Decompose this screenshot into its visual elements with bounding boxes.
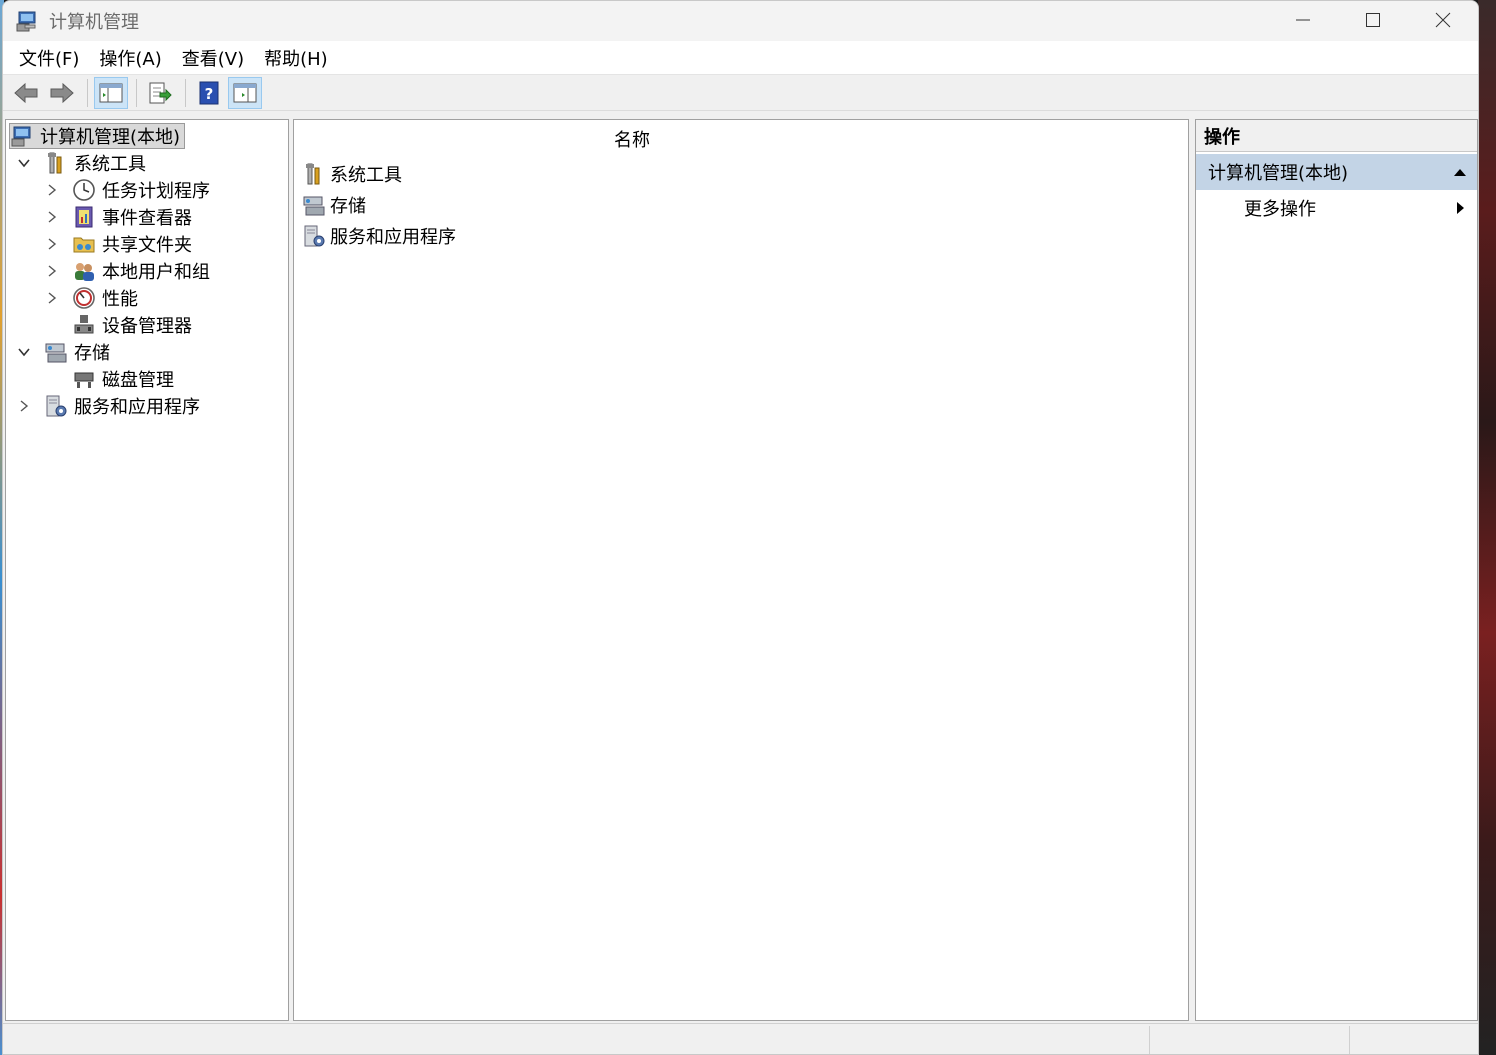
forward-arrow-icon (50, 82, 74, 103)
list-item-label: 系统工具 (330, 165, 402, 186)
back-arrow-icon (14, 82, 38, 103)
more-actions-label: 更多操作 (1244, 199, 1316, 220)
window-title: 计算机管理 (49, 12, 139, 33)
tree-item-label: 设备管理器 (102, 316, 192, 337)
chevron-down-icon[interactable] (16, 155, 32, 171)
chevron-right-icon[interactable] (44, 263, 60, 279)
chevron-right-icon[interactable] (44, 290, 60, 306)
actions-group-computer-management[interactable]: 计算机管理(本地) (1196, 154, 1477, 190)
event-viewer-icon (75, 206, 93, 228)
menu-action[interactable]: 操作(A) (89, 45, 171, 71)
menu-file[interactable]: 文件(F) (9, 45, 89, 71)
computer-management-window: 计算机管理 文件(F) 操作(A) 查看(V) 帮助(H) ? 计算机管理(本地… (2, 0, 1479, 1055)
show-hide-tree-button[interactable] (94, 76, 128, 109)
show-hide-tree-icon (99, 83, 123, 102)
minimize-button[interactable] (1268, 1, 1338, 39)
chevron-down-icon[interactable] (16, 344, 32, 360)
minimize-icon (1296, 19, 1310, 21)
submenu-arrow-icon (1457, 202, 1464, 214)
storage-icon (45, 343, 67, 363)
show-hide-action-pane-icon (233, 83, 257, 102)
shared-folder-icon (73, 237, 95, 253)
tree-item-task-scheduler[interactable]: 任务计划程序 (44, 177, 210, 203)
tree-item-label: 系统工具 (74, 154, 146, 175)
actions-group-label: 计算机管理(本地) (1208, 163, 1349, 184)
system-tools-icon (48, 152, 62, 174)
actions-header: 操作 (1196, 120, 1477, 152)
close-icon (1435, 12, 1451, 28)
show-hide-action-pane-button[interactable] (228, 76, 262, 109)
tree-item-label: 任务计划程序 (102, 181, 210, 202)
performance-gauge-icon (73, 287, 95, 309)
back-button[interactable] (9, 77, 43, 109)
tree-item-label: 本地用户和组 (102, 262, 210, 283)
computer-management-icon (16, 11, 36, 32)
actions-pane: 操作 计算机管理(本地) 更多操作 (1195, 119, 1478, 1021)
help-button[interactable]: ? (192, 77, 226, 109)
list-item[interactable]: 服务和应用程序 (302, 222, 456, 250)
list-item-label: 存储 (330, 196, 366, 217)
export-list-button[interactable] (143, 77, 177, 109)
chevron-right-icon[interactable] (44, 236, 60, 252)
toolbar: ? (3, 75, 1478, 111)
tree-item-label: 性能 (102, 289, 138, 310)
help-icon: ? (199, 81, 219, 104)
storage-icon (303, 196, 325, 216)
tree-item-storage[interactable]: 存储 (16, 339, 110, 365)
tree-item-root[interactable]: 计算机管理(本地) (9, 123, 186, 149)
tree-item-shared-folders[interactable]: 共享文件夹 (44, 231, 192, 257)
menu-bar: 文件(F) 操作(A) 查看(V) 帮助(H) (3, 41, 1478, 75)
chevron-right-icon[interactable] (44, 182, 60, 198)
column-header-name[interactable]: 名称 (614, 126, 650, 152)
maximize-button[interactable] (1338, 1, 1408, 39)
more-actions-item[interactable]: 更多操作 (1196, 190, 1477, 226)
chevron-right-icon[interactable] (44, 209, 60, 225)
chevron-right-icon[interactable] (16, 398, 32, 414)
tree-item-label: 计算机管理(本地) (40, 127, 181, 148)
collapse-up-icon[interactable] (1453, 167, 1467, 177)
navigation-tree: 计算机管理(本地) 系统工具 任务计划程序 事件查看器 共享文件夹 本地用户和组 (5, 119, 289, 1021)
system-tools-icon (306, 163, 320, 185)
tree-item-local-users[interactable]: 本地用户和组 (44, 258, 210, 284)
services-icon (46, 395, 67, 417)
device-manager-icon (74, 315, 94, 334)
services-icon (304, 225, 325, 247)
list-item[interactable]: 存储 (302, 191, 366, 219)
toolbar-separator (185, 78, 186, 107)
tree-item-performance[interactable]: 性能 (44, 285, 138, 311)
menu-help[interactable]: 帮助(H) (254, 45, 338, 71)
export-list-icon (149, 82, 172, 103)
menu-view[interactable]: 查看(V) (172, 45, 254, 71)
tree-item-label: 存储 (74, 343, 110, 364)
toolbar-separator (136, 78, 137, 107)
title-bar[interactable]: 计算机管理 (3, 1, 1478, 41)
content-list-pane: 名称 系统工具 存储 服务和应用程序 (293, 119, 1189, 1021)
list-item-label: 服务和应用程序 (330, 227, 456, 248)
maximize-icon (1366, 13, 1380, 27)
tree-item-label: 服务和应用程序 (74, 397, 200, 418)
disk-management-icon (74, 372, 94, 388)
clock-icon (73, 179, 95, 201)
tree-item-label: 事件查看器 (102, 208, 192, 229)
tree-item-disk-management[interactable]: 磁盘管理 (44, 366, 174, 392)
tree-item-device-manager[interactable]: 设备管理器 (44, 312, 192, 338)
toolbar-separator (87, 78, 88, 107)
tree-item-services-apps[interactable]: 服务和应用程序 (16, 393, 200, 419)
status-bar (3, 1023, 1478, 1054)
tree-item-event-viewer[interactable]: 事件查看器 (44, 204, 192, 230)
desktop-background-right (1478, 0, 1496, 1055)
svg-text:?: ? (205, 85, 214, 103)
users-icon (75, 263, 94, 281)
forward-button[interactable] (45, 77, 79, 109)
close-button[interactable] (1408, 1, 1478, 39)
computer-management-icon (11, 126, 31, 147)
tree-item-label: 磁盘管理 (102, 370, 174, 391)
tree-item-system-tools[interactable]: 系统工具 (16, 150, 146, 176)
tree-item-label: 共享文件夹 (102, 235, 192, 256)
list-item[interactable]: 系统工具 (302, 160, 402, 188)
